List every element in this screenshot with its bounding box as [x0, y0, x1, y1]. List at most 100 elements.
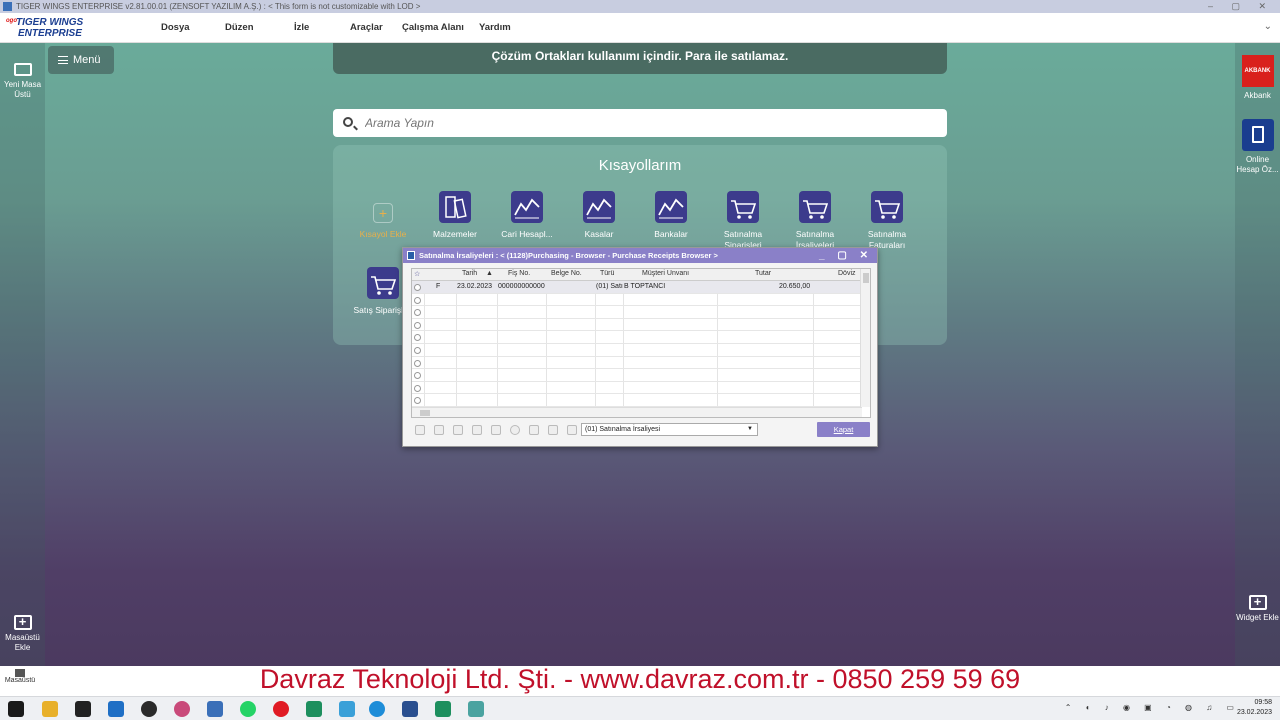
search-bar[interactable] [333, 109, 947, 137]
clock-time: 09:58 [1254, 699, 1272, 706]
outlook-icon[interactable] [108, 701, 124, 717]
tile-satinalma-siparisleri[interactable]: Satınalma Siparişleri [713, 191, 773, 251]
windows-start-icon[interactable] [8, 701, 24, 717]
col-tutar[interactable]: Tutar [755, 270, 771, 277]
window-controls[interactable]: – ▢ ✕ [1208, 0, 1274, 13]
row-select-radio[interactable] [414, 384, 421, 392]
table-row-empty[interactable] [412, 382, 860, 395]
star-icon[interactable]: ☆ [414, 270, 420, 278]
partner-banner: Çözüm Ortakları kullanımı içindir. Para … [333, 43, 947, 74]
sort-asc-icon: ▲ [486, 270, 493, 277]
cell-fis-no: 000000000000 [498, 283, 545, 290]
tile-satinalma-faturalari[interactable]: Satınalma Faturaları [857, 191, 917, 251]
add-desk-button[interactable]: + Masaüstü Ekle [0, 615, 45, 653]
menu-dosya[interactable]: Dosya [161, 22, 190, 33]
scroll-thumb[interactable] [420, 410, 430, 416]
app-icon[interactable] [141, 701, 157, 717]
col-tarih[interactable]: Tarih [462, 270, 477, 277]
menu-yardim[interactable]: Yardım [479, 22, 511, 33]
tile-satinalma-irsaliyeleri[interactable]: Satınalma İrsaliyeleri [785, 191, 845, 251]
row-select-radio[interactable] [414, 284, 421, 291]
app-icon[interactable] [207, 701, 223, 717]
akbank-widget[interactable]: AKBANK Akbank [1235, 55, 1280, 101]
home-icon [15, 669, 25, 677]
row-select-radio[interactable] [414, 321, 421, 329]
home-button[interactable]: Masaüstü [2, 669, 38, 684]
table-row-empty[interactable] [412, 394, 860, 407]
system-tray[interactable]: ⌃ ◐ ♪ ◉ ▣ ◔ ◍ ♫ ▭ [1065, 703, 1240, 712]
window-title: TIGER WINGS ENTERPRISE v2.81.00.01 (ZENS… [16, 2, 421, 11]
menu-duzen[interactable]: Düzen [225, 22, 254, 33]
table-row-empty[interactable] [412, 331, 860, 344]
scroll-thumb[interactable] [863, 273, 869, 283]
dialog-window-controls[interactable]: _ ▢ ✕ [819, 248, 873, 263]
close-button[interactable]: Kapat [817, 422, 870, 437]
app-icon[interactable] [339, 701, 355, 717]
delete-icon[interactable] [453, 425, 463, 435]
table-row-empty[interactable] [412, 357, 860, 370]
row-select-radio[interactable] [414, 334, 421, 342]
receipts-grid[interactable]: ☆ Tarih ▲ Fiş No. Belge No. Türü Müşteri… [411, 268, 871, 418]
horizontal-scrollbar[interactable] [412, 407, 862, 417]
add-shortcut-button[interactable]: + Kısayol Ekle [353, 197, 413, 240]
col-musteri-unvani[interactable]: Müşteri Unvanı [642, 270, 689, 277]
row-select-radio[interactable] [414, 372, 421, 380]
table-row-empty[interactable] [412, 319, 860, 332]
logo-app-icon[interactable] [306, 701, 322, 717]
opera-icon[interactable] [273, 701, 289, 717]
terminal-icon[interactable] [75, 701, 91, 717]
online-widget[interactable]: Online Hesap Öz... [1235, 119, 1280, 175]
edge-icon[interactable] [369, 701, 385, 717]
app-icon[interactable] [468, 701, 484, 717]
hamburger-icon [58, 56, 68, 64]
edit-icon[interactable] [434, 425, 444, 435]
row-select-radio[interactable] [414, 296, 421, 304]
search-input[interactable] [365, 113, 925, 133]
new-desk-button[interactable]: Yeni Masa Üstü [0, 63, 45, 100]
clock[interactable]: 09:58 23.02.2023 [1237, 698, 1272, 718]
vertical-scrollbar[interactable] [860, 269, 870, 407]
cart-icon [871, 191, 903, 223]
tile-malzemeler[interactable]: Malzemeler [425, 191, 485, 240]
filter-icon[interactable] [548, 425, 558, 435]
view-icon[interactable] [472, 425, 482, 435]
copy-icon[interactable] [491, 425, 501, 435]
tile-bankalar[interactable]: Bankalar [641, 191, 701, 240]
row-select-radio[interactable] [414, 309, 421, 317]
app-icon[interactable] [174, 701, 190, 717]
logo-app-icon[interactable] [435, 701, 451, 717]
menu-izle[interactable]: İzle [294, 22, 309, 33]
table-row-empty[interactable] [412, 306, 860, 319]
row-select-radio[interactable] [414, 397, 421, 405]
col-belge-no[interactable]: Belge No. [551, 270, 582, 277]
col-doviz[interactable]: Döviz [838, 270, 856, 277]
col-fis-no[interactable]: Fiş No. [508, 270, 530, 277]
table-row-empty[interactable] [412, 344, 860, 357]
col-turu[interactable]: Türü [600, 270, 614, 277]
row-select-radio[interactable] [414, 347, 421, 354]
menu-calisma-alani[interactable]: Çalışma Alanı [402, 22, 464, 33]
table-row-empty[interactable] [412, 369, 860, 382]
app-icon[interactable] [402, 701, 418, 717]
dialog-toolbar [415, 425, 577, 437]
file-explorer-icon[interactable] [42, 701, 58, 717]
print-icon[interactable] [529, 425, 539, 435]
widget-add-button[interactable]: + Widget Ekle [1235, 595, 1280, 623]
tile-label: Bankalar [654, 229, 688, 239]
menu-araclar[interactable]: Araçlar [350, 22, 383, 33]
row-select-radio[interactable] [414, 359, 421, 367]
refresh-icon[interactable] [567, 425, 577, 435]
chevron-down-icon[interactable]: ⌄ [1264, 21, 1272, 32]
tile-kasalar[interactable]: Kasalar [569, 191, 629, 240]
table-row[interactable]: F 23.02.2023 000000000000 (01) Satı B TO… [412, 281, 860, 294]
receipts-browser-window: Satınalma İrsaliyeleri : < (1128)Purchas… [402, 247, 878, 447]
new-icon[interactable] [415, 425, 425, 435]
table-row-empty[interactable] [412, 294, 860, 307]
receipt-type-select[interactable]: (01) Satınalma İrsaliyesi ▼ [581, 423, 758, 436]
menu-bar: ogo TIGER WINGS ENTERPRISE Dosya Düzen İ… [0, 13, 1280, 43]
info-icon[interactable] [510, 425, 520, 435]
taskbar: ⌃ ◐ ♪ ◉ ▣ ◔ ◍ ♫ ▭ 09:58 23.02.2023 [0, 696, 1280, 720]
menu-button[interactable]: Menü [48, 46, 114, 74]
whatsapp-icon[interactable] [240, 701, 256, 717]
tile-cari-hesaplar[interactable]: Cari Hesapl... [497, 191, 557, 240]
